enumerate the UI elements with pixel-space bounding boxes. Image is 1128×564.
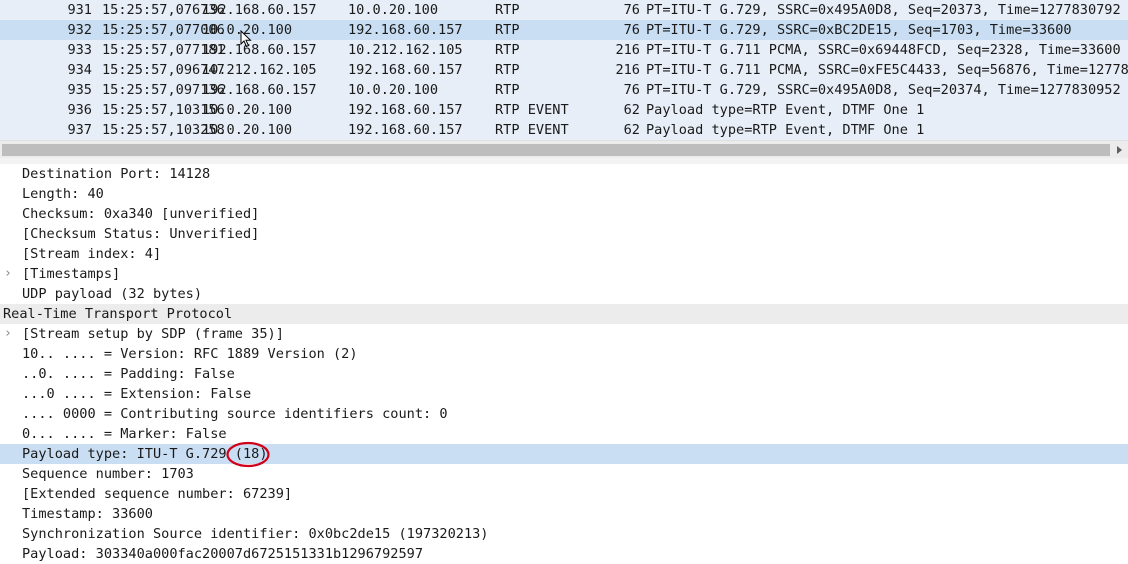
packet-info: Payload type=RTP Event, DTMF One 1: [646, 102, 925, 118]
packet-protocol: RTP: [495, 42, 520, 58]
packet-info: PT=ITU-T G.711 PCMA, SSRC=0x69448FCD, Se…: [646, 42, 1121, 58]
detail-text: Sequence number: 1703: [22, 466, 194, 482]
detail-row[interactable]: UDP payload (32 bytes): [0, 284, 1128, 304]
detail-text: Payload: 303340a000fac20007d6725151331b1…: [22, 546, 424, 562]
detail-text: Destination Port: 14128: [22, 166, 211, 182]
packet-number: 935: [67, 82, 92, 98]
chevron-right-icon[interactable]: ›: [4, 264, 12, 284]
packet-length: 216: [615, 62, 640, 78]
detail-row[interactable]: Payload: 303340a000fac20007d6725151331b1…: [0, 544, 1128, 564]
detail-row[interactable]: ..0. .... = Padding: False: [0, 364, 1128, 384]
packet-destination: 192.168.60.157: [348, 22, 463, 38]
packet-length: 76: [623, 22, 640, 38]
packet-destination: 192.168.60.157: [348, 62, 463, 78]
packet-row[interactable]: 933 15:25:57,077181 192.168.60.157 10.21…: [0, 40, 1128, 60]
packet-number: 934: [67, 62, 92, 78]
detail-text: UDP payload (32 bytes): [22, 286, 203, 302]
detail-row[interactable]: Sequence number: 1703: [0, 464, 1128, 484]
detail-text: [Stream index: 4]: [22, 246, 162, 262]
packet-number: 937: [67, 122, 92, 138]
packet-number: 931: [67, 2, 92, 18]
detail-row[interactable]: ...0 .... = Extension: False: [0, 384, 1128, 404]
scroll-right-arrow-icon[interactable]: [1112, 143, 1126, 157]
packet-source: 10.0.20.100: [202, 102, 293, 118]
detail-text: Length: 40: [22, 186, 104, 202]
detail-row[interactable]: 10.. .... = Version: RFC 1889 Version (2…: [0, 344, 1128, 364]
packet-length: 216: [615, 42, 640, 58]
packet-source: 192.168.60.157: [202, 82, 317, 98]
detail-text: [Extended sequence number: 67239]: [22, 486, 293, 502]
detail-row[interactable]: Destination Port: 14128: [0, 164, 1128, 184]
packet-details-tree[interactable]: Destination Port: 14128 Length: 40 Check…: [0, 164, 1128, 563]
detail-row[interactable]: Synchronization Source identifier: 0x0bc…: [0, 524, 1128, 544]
detail-row[interactable]: .... 0000 = Contributing source identifi…: [0, 404, 1128, 424]
detail-text: [Checksum Status: Unverified]: [22, 226, 260, 242]
protocol-section-header[interactable]: Real-Time Transport Protocol: [0, 304, 1128, 324]
packet-row-selected[interactable]: 932 15:25:57,077006 10.0.20.100 192.168.…: [0, 20, 1128, 40]
detail-text: [Stream setup by SDP (frame 35)]: [22, 326, 284, 342]
detail-text: 10.. .... = Version: RFC 1889 Version (2…: [22, 346, 358, 362]
packet-info: PT=ITU-T G.729, SSRC=0x495A0D8, Seq=2037…: [646, 2, 1121, 18]
detail-text: ...0 .... = Extension: False: [22, 386, 252, 402]
detail-row[interactable]: Length: 40: [0, 184, 1128, 204]
packet-list[interactable]: 931 15:25:57,076736 192.168.60.157 10.0.…: [0, 0, 1128, 140]
packet-destination: 10.212.162.105: [348, 42, 463, 58]
packet-protocol: RTP EVENT: [495, 102, 569, 118]
packet-destination: 10.0.20.100: [348, 82, 439, 98]
packet-protocol: RTP: [495, 22, 520, 38]
packet-destination: 192.168.60.157: [348, 122, 463, 138]
detail-text: Checksum: 0xa340 [unverified]: [22, 206, 260, 222]
packet-source: 192.168.60.157: [202, 42, 317, 58]
detail-text: Synchronization Source identifier: 0x0bc…: [22, 526, 489, 542]
packet-number: 932: [67, 22, 92, 38]
packet-destination: 192.168.60.157: [348, 102, 463, 118]
detail-row[interactable]: 0... .... = Marker: False: [0, 424, 1128, 444]
detail-text: [Timestamps]: [22, 266, 121, 282]
packet-protocol: RTP EVENT: [495, 122, 569, 138]
chevron-right-icon[interactable]: ›: [4, 324, 12, 344]
red-ellipse-annotation: [226, 441, 270, 468]
packet-length: 76: [623, 82, 640, 98]
detail-row-selected[interactable]: Payload type: ITU-T G.729 (18): [0, 444, 1128, 464]
detail-row-expandable[interactable]: › [Timestamps]: [0, 264, 1128, 284]
detail-text: Timestamp: 33600: [22, 506, 153, 522]
detail-row-expandable[interactable]: › [Stream setup by SDP (frame 35)]: [0, 324, 1128, 344]
packet-source: 10.212.162.105: [202, 62, 317, 78]
packet-row[interactable]: 931 15:25:57,076736 192.168.60.157 10.0.…: [0, 0, 1128, 20]
horizontal-scrollbar[interactable]: [0, 140, 1128, 159]
packet-length: 76: [623, 2, 640, 18]
detail-text: ..0. .... = Padding: False: [22, 366, 235, 382]
packet-source: 192.168.60.157: [202, 2, 317, 18]
detail-row[interactable]: Timestamp: 33600: [0, 504, 1128, 524]
packet-info: Payload type=RTP Event, DTMF One 1: [646, 122, 925, 138]
detail-text: Real-Time Transport Protocol: [3, 306, 233, 322]
scrollbar-thumb[interactable]: [2, 144, 1110, 156]
packet-protocol: RTP: [495, 62, 520, 78]
packet-length: 62: [623, 122, 640, 138]
detail-text: .... 0000 = Contributing source identifi…: [22, 406, 448, 422]
packet-row[interactable]: 936 15:25:57,103156 10.0.20.100 192.168.…: [0, 100, 1128, 120]
detail-row[interactable]: [Stream index: 4]: [0, 244, 1128, 264]
packet-length: 62: [623, 102, 640, 118]
detail-text: 0... .... = Marker: False: [22, 426, 227, 442]
packet-info: PT=ITU-T G.711 PCMA, SSRC=0xFE5C4433, Se…: [646, 62, 1128, 78]
packet-number: 933: [67, 42, 92, 58]
detail-row[interactable]: [Extended sequence number: 67239]: [0, 484, 1128, 504]
packet-protocol: RTP: [495, 82, 520, 98]
mouse-cursor-icon: [240, 30, 252, 48]
packet-destination: 10.0.20.100: [348, 2, 439, 18]
detail-row[interactable]: Checksum: 0xa340 [unverified]: [0, 204, 1128, 224]
packet-row[interactable]: 935 15:25:57,097136 192.168.60.157 10.0.…: [0, 80, 1128, 100]
packet-info: PT=ITU-T G.729, SSRC=0xBC2DE15, Seq=1703…: [646, 22, 1072, 38]
packet-row[interactable]: 934 15:25:57,096747 10.212.162.105 192.1…: [0, 60, 1128, 80]
packet-row[interactable]: 937 15:25:57,103258 10.0.20.100 192.168.…: [0, 120, 1128, 140]
packet-protocol: RTP: [495, 2, 520, 18]
packet-info: PT=ITU-T G.729, SSRC=0x495A0D8, Seq=2037…: [646, 82, 1121, 98]
detail-row[interactable]: [Checksum Status: Unverified]: [0, 224, 1128, 244]
packet-source: 10.0.20.100: [202, 122, 293, 138]
packet-number: 936: [67, 102, 92, 118]
